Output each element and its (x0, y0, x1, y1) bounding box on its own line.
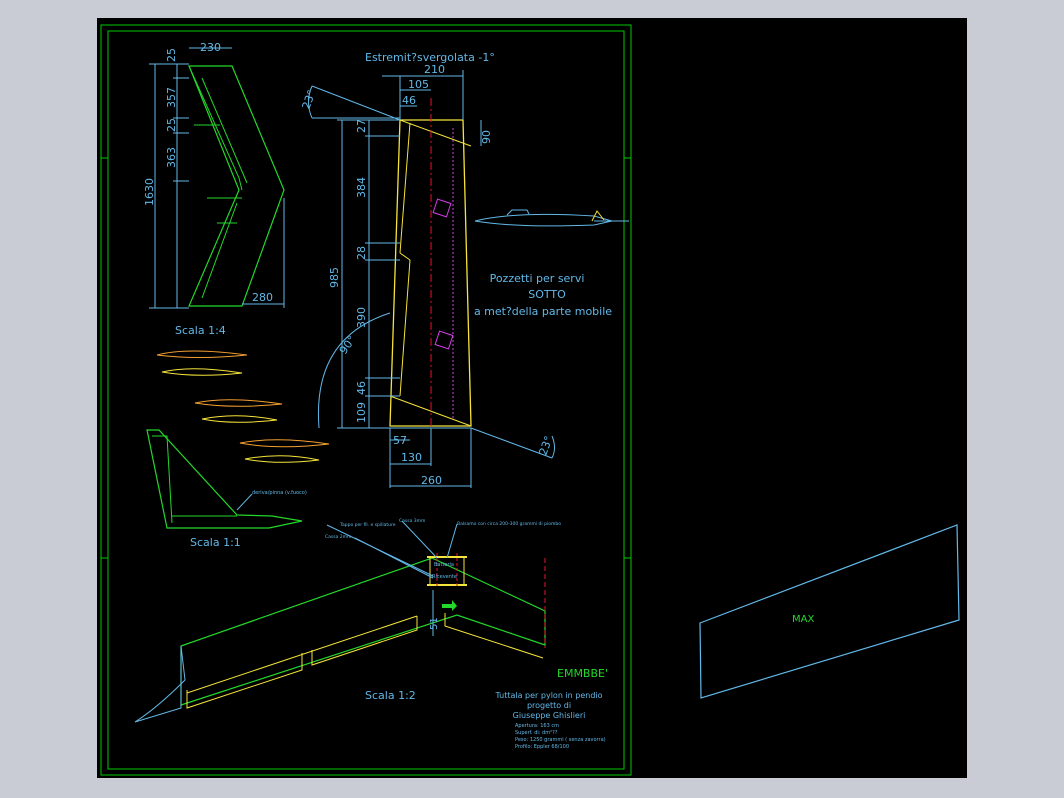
dim-51: 51 (429, 617, 440, 630)
servo-pocket (434, 330, 454, 350)
drawing-sheet: 230 25 357 25 363 1630 280 Scala 1:4 Est… (100, 24, 960, 776)
wing-iso-outline (180, 557, 546, 706)
dim-seg1: 357 (165, 87, 178, 108)
dim-46-top: 46 (402, 94, 416, 107)
canopy (506, 209, 530, 216)
leader-line (354, 537, 434, 579)
spec-line-2: Superf. di: dm²?? (515, 730, 558, 736)
title-line-2: progetto di (527, 701, 571, 710)
label-batteria: Batteria (434, 562, 454, 568)
dim-105: 105 (408, 78, 429, 91)
dim-109: 109 (355, 402, 368, 423)
leader-line (446, 523, 458, 559)
side-profile (474, 209, 629, 227)
max-outline (699, 524, 960, 699)
spec-line-3: Peso: 1250 grammi ( senza zavorra) (515, 737, 606, 743)
dim-260: 260 (421, 474, 442, 487)
servo-note-line2: SOTTO (528, 288, 566, 301)
label-balsamo: Balsamo con circa 200-300 grammi di piom… (457, 521, 561, 527)
label-ricevente: Ricevente (432, 574, 457, 580)
dim-210: 210 (424, 63, 445, 76)
top-view-scale: Scala 1:4 (175, 324, 226, 337)
fuselage-profile (474, 213, 613, 227)
dim-384: 384 (355, 177, 368, 198)
angle-top: 23° (300, 88, 319, 111)
title-line-3: Giuseppe Ghislieri (513, 711, 586, 720)
max-label: MAX (792, 614, 814, 625)
panel-detail-view: Estremit?svergolata -1° 27 384 28 985 39… (300, 51, 612, 488)
airfoil-section (244, 455, 320, 463)
airfoil-section (161, 368, 243, 376)
angle-bottom: 23° (537, 434, 556, 457)
title-block: EMMBBE' Tuttala per pylon in pendio prog… (494, 667, 608, 750)
leader-line (401, 520, 438, 559)
dim-top-gap: 25 (165, 48, 178, 62)
airfoil-section (194, 399, 283, 407)
angle-90: 90° (337, 333, 359, 356)
spec-line-1: Apertura: 163 cm (515, 723, 559, 729)
airfoil-sections (156, 350, 330, 463)
brand-label: EMMBBE' (557, 667, 608, 680)
label-cassa-3mm: Cassa 3mm (399, 518, 425, 524)
leader-line (236, 493, 253, 511)
dim-seg2: 363 (165, 147, 178, 168)
fin-inner (152, 435, 173, 524)
dim-root-chord: 280 (252, 291, 273, 304)
dim-390: 390 (355, 307, 368, 328)
dim-27: 27 (355, 119, 368, 133)
angle-line (311, 85, 401, 121)
hinge-line (399, 259, 411, 397)
top-view: 230 25 357 25 363 1630 280 Scala 1:4 (143, 41, 285, 337)
hinge-joint (399, 252, 411, 261)
label-tappo: Tappo per fil. e spillature (339, 522, 396, 528)
title-line-1: Tuttala per pylon in pendio (494, 691, 602, 700)
cad-canvas: 230 25 357 25 363 1630 280 Scala 1:4 Est… (97, 18, 967, 778)
fin-outline (146, 429, 303, 529)
max-view: MAX (699, 524, 960, 699)
fin-view: deriva/pinna (v.fuoco) Scala 1:1 (146, 429, 307, 549)
fin-label: deriva/pinna (v.fuoco) (252, 490, 307, 496)
dim-gap2: 25 (165, 118, 178, 132)
hinge-line (201, 77, 248, 184)
dim-28: 28 (355, 246, 368, 260)
dim-130: 130 (401, 451, 422, 464)
servo-note-line1: Pozzetti per servi (490, 272, 585, 285)
arrow-marker (442, 600, 457, 611)
dim-90: 90 (480, 130, 493, 144)
panel-edge (399, 119, 472, 147)
label-cassa-2mm: Cassa 2mm (325, 534, 351, 540)
airfoil-section (239, 439, 330, 448)
hinge-line (201, 202, 238, 299)
dim-span: 1630 (143, 178, 156, 206)
servo-pocket (432, 198, 452, 218)
elevon-edge (444, 613, 544, 659)
iso-scale: Scala 1:2 (365, 689, 416, 702)
dim-46-vertical: 46 (355, 381, 368, 395)
aileron-left (186, 653, 303, 709)
spec-line-4: Profilo: Eppler 68/100 (515, 744, 569, 750)
hinge-line (399, 122, 411, 254)
dim-tip-chord: 230 (200, 41, 221, 54)
aileron-line (188, 65, 243, 191)
airfoil-section (156, 350, 248, 358)
dim-57: 57 (393, 434, 407, 447)
inner-frame (107, 30, 625, 770)
airfoil-section (201, 415, 278, 423)
servo-note-line3: a met?della parte mobile (474, 305, 612, 318)
dim-985: 985 (328, 267, 341, 288)
winglet (134, 645, 186, 723)
fin-scale: Scala 1:1 (190, 536, 241, 549)
wing-planform-outline (188, 65, 285, 307)
